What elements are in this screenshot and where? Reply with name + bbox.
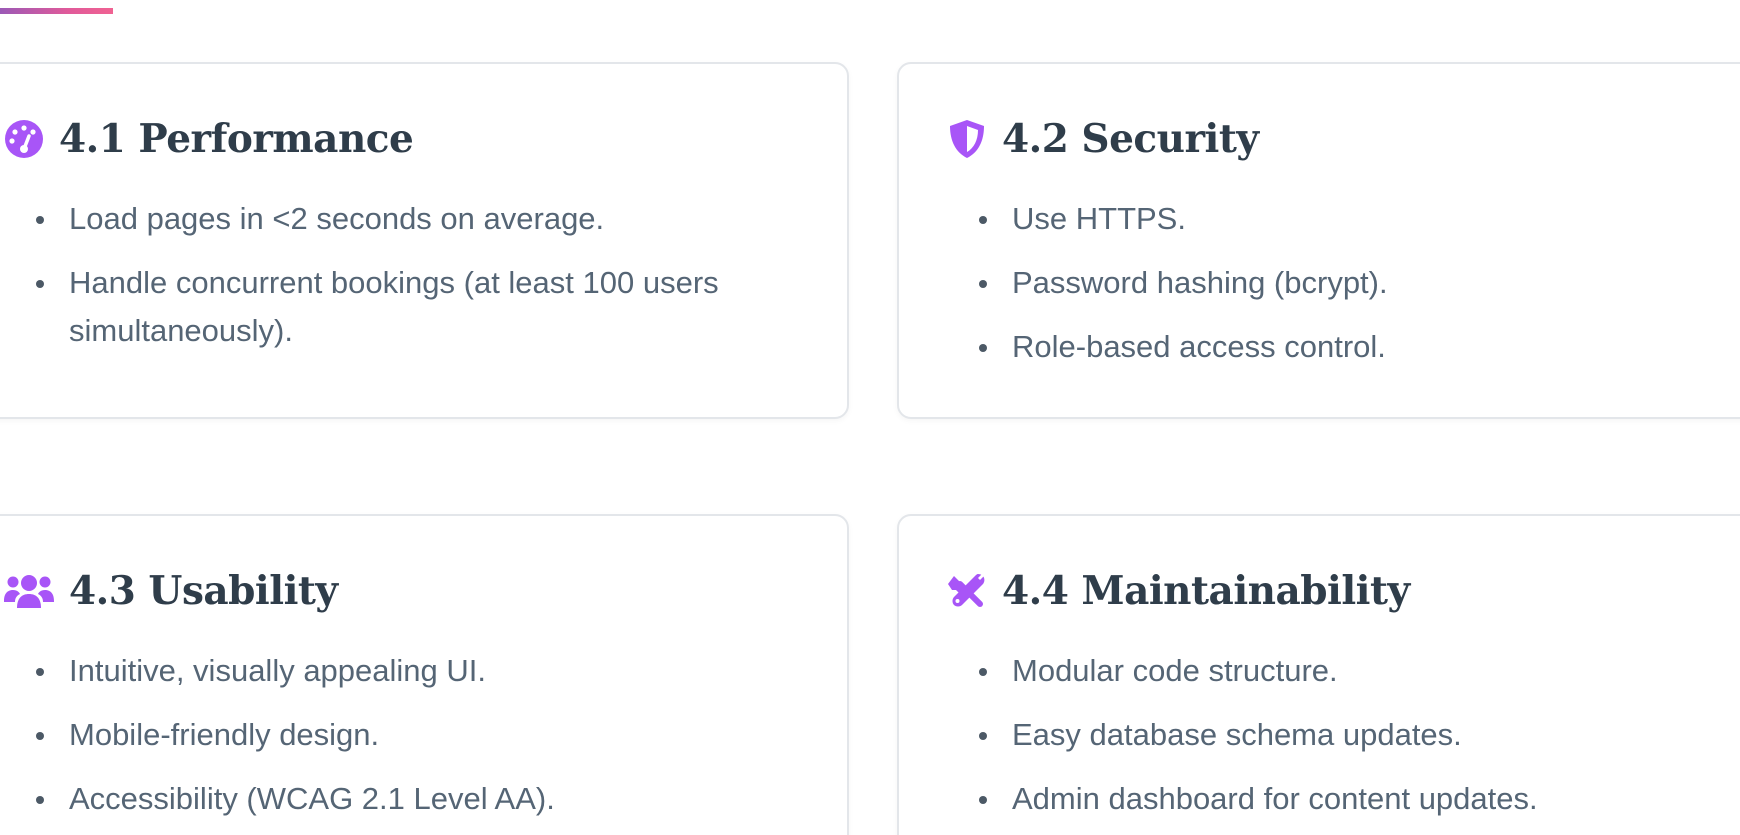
card-performance: 4.1 Performance Load pages in <2 seconds… [0,62,849,419]
list-item: Load pages in <2 seconds on average. [36,195,796,243]
list-item: Handle concurrent bookings (at least 100… [36,259,796,355]
requirement-list: Load pages in <2 seconds on average. Han… [36,195,796,371]
list-item: Admin dashboard for content updates. [979,775,1739,823]
shield-icon [946,118,988,160]
requirement-list: Intuitive, visually appealing UI. Mobile… [36,647,796,835]
requirement-list: Modular code structure. Easy database sc… [979,647,1739,835]
list-item: Modular code structure. [979,647,1739,695]
card-maintainability: 4.4 Maintainability Modular code structu… [897,514,1740,835]
list-item: Easy database schema updates. [979,711,1739,759]
card-title-performance: 4.1 Performance [3,116,414,162]
list-item: Password hashing (bcrypt). [979,259,1739,307]
users-icon [3,570,55,612]
card-heading: 4.4 Maintainability [1002,568,1410,614]
page: 4.1 Performance Load pages in <2 seconds… [0,0,1740,835]
section-accent-bar [0,8,113,14]
list-item: Accessibility (WCAG 2.1 Level AA). [36,775,796,823]
list-item: Mobile-friendly design. [36,711,796,759]
card-usability: 4.3 Usability Intuitive, visually appeal… [0,514,849,835]
tools-icon [946,570,988,612]
list-item: Role-based access control. [979,323,1739,371]
card-heading: 4.1 Performance [59,116,414,162]
card-title-security: 4.2 Security [946,116,1259,162]
card-title-usability: 4.3 Usability [3,568,338,614]
list-item: Intuitive, visually appealing UI. [36,647,796,695]
list-item: Use HTTPS. [979,195,1739,243]
requirement-list: Use HTTPS. Password hashing (bcrypt). Ro… [979,195,1739,387]
card-security: 4.2 Security Use HTTPS. Password hashing… [897,62,1740,419]
card-title-maintainability: 4.4 Maintainability [946,568,1410,614]
card-heading: 4.3 Usability [69,568,338,614]
card-heading: 4.2 Security [1002,116,1259,162]
gauge-icon [3,118,45,160]
